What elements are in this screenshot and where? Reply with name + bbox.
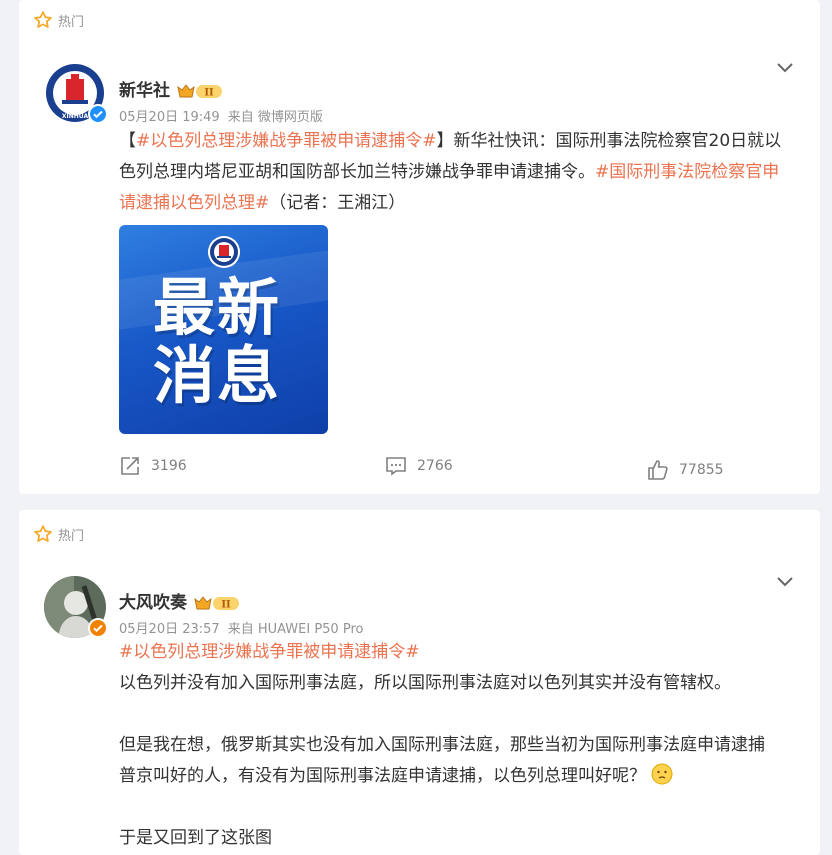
hashtag-link[interactable]: #以色列总理涉嫌战争罪被申请逮捕令# — [136, 131, 437, 151]
svg-text:XINHUA: XINHUA — [62, 113, 89, 120]
svg-text:II: II — [221, 600, 231, 611]
hashtag-link[interactable]: 请逮捕以色列总理# — [119, 193, 269, 213]
verified-icon — [88, 618, 108, 638]
avatar[interactable] — [44, 576, 108, 638]
thinking-emoji-icon — [651, 763, 673, 785]
hashtag-link[interactable]: #国际刑事法院检察官申 — [595, 162, 779, 182]
post-time[interactable]: 05月20日 23:57 — [119, 622, 220, 637]
star-icon — [34, 11, 52, 28]
post-image[interactable]: 最新 消息 — [119, 225, 328, 434]
repost-button[interactable]: 3196 — [119, 456, 187, 476]
post-meta: 05月20日 23:57 来自 HUAWEI P50 Pro — [119, 618, 371, 637]
chevron-down-icon[interactable] — [776, 576, 794, 588]
vip-badge-icon: II — [194, 596, 239, 611]
comment-button[interactable]: 2766 — [385, 456, 453, 476]
hot-label: 热门 — [33, 10, 84, 30]
post-source: 来自 HUAWEI P50 Pro — [227, 622, 364, 637]
star-icon — [34, 525, 52, 542]
post-actions: 3196 2766 77855 — [19, 456, 820, 486]
post-text: #以色列总理涉嫌战争罪被申请逮捕令# 以色列并没有加入国际刑事法庭，所以国际刑事… — [119, 642, 765, 848]
comment-icon — [386, 457, 406, 476]
repost-icon — [121, 457, 139, 475]
svg-text:II: II — [204, 88, 214, 99]
like-button[interactable]: 77855 — [647, 459, 724, 481]
author-name[interactable]: 大风吹奏 II — [119, 588, 241, 613]
thumbs-up-icon — [648, 460, 668, 480]
hot-label: 热门 — [33, 524, 84, 544]
image-headline: 最新 — [153, 271, 282, 344]
verified-icon — [88, 104, 108, 124]
chevron-down-icon[interactable] — [776, 62, 794, 74]
avatar[interactable]: XINHUA — [44, 62, 108, 124]
post-meta: 05月20日 19:49 来自 微博网页版 — [119, 106, 331, 125]
post-text: 【#以色列总理涉嫌战争罪被申请逮捕令#】新华社快讯：国际刑事法院检察官20日就以… — [119, 131, 782, 213]
author-name[interactable]: 新华社 II — [119, 76, 224, 101]
post-card: 热门 大风吹奏 II 05月20日 23:57 来自 HUAWEI P50 Pro … — [19, 510, 820, 855]
post-source: 来自 微博网页版 — [227, 110, 323, 125]
image-headline: 消息 — [153, 339, 282, 412]
hashtag-link[interactable]: #以色列总理涉嫌战争罪被申请逮捕令# — [119, 642, 420, 662]
post-card: 热门 XINHUA 新华社 II 05月20日 19:49 来自 微博网页版 【#以… — [19, 0, 820, 494]
post-time[interactable]: 05月20日 19:49 — [119, 110, 220, 125]
vip-badge-icon: II — [177, 84, 222, 99]
